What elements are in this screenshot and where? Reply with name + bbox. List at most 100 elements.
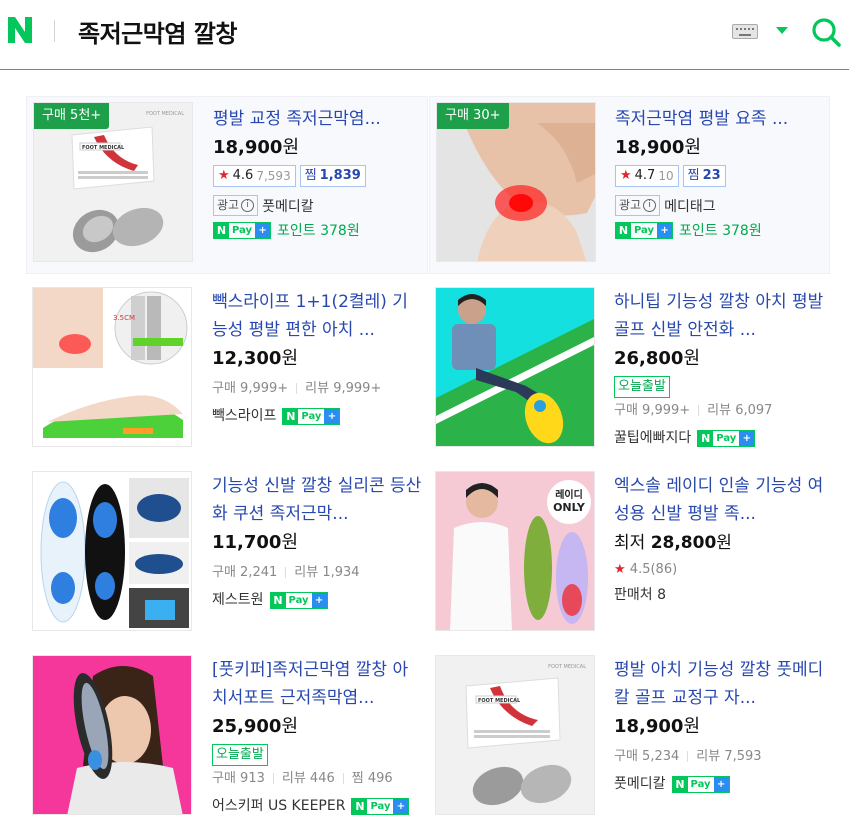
svg-text:FOOT MEDICAL: FOOT MEDICAL — [82, 145, 125, 151]
foot-medical-logo-mark: FOOT MEDICAL — [548, 664, 586, 670]
ad-seller-row: 광고 i 풋메디칼 — [213, 195, 423, 216]
lowest-price: 최저 28,800원 — [614, 533, 732, 553]
product-info: 평발 교정 족저근막염... 18,900원 ★ 4.6 7,593 찜 1,839 … — [213, 105, 423, 240]
seller-name[interactable]: 어스키퍼 US KEEPER — [212, 794, 345, 818]
search-query-text[interactable]: 족저근막염 깔창 — [78, 14, 237, 49]
keyboard-icon[interactable] — [732, 24, 758, 39]
product-meta: 구매 913 리뷰 446 찜 496 — [212, 771, 393, 786]
rating-chips: ★ 4.6 7,593 찜 1,839 — [213, 165, 423, 187]
product-info: 빽스라이프 1+1(2켤레) 기능성 평발 편한 아치 ... 12,300원 … — [212, 288, 422, 428]
seller-name[interactable]: 꿀팁에빠지다 — [614, 426, 691, 450]
seller-name[interactable]: 빽스라이프 — [212, 404, 276, 428]
product-thumbnail[interactable]: FOOT MEDICAL FOOT MEDICAL 구매 5천+ — [33, 102, 193, 262]
product-card[interactable]: 레이디 ONLY 엑스솔 레이디 인솔 기능성 여성용 신발 평발 족... 최… — [429, 470, 830, 632]
header-divider — [54, 20, 55, 42]
npay-icon: N Pay + — [213, 221, 272, 239]
product-info: 엑스솔 레이디 인솔 기능성 여성용 신발 평발 족... 최저 28,800원… — [614, 472, 824, 607]
star-icon: ★ — [218, 168, 230, 183]
npay-icon: N Pay + — [671, 775, 730, 793]
product-title-link[interactable]: 기능성 신발 깔창 실리콘 등산화 쿠션 족저근막... — [212, 472, 422, 528]
insole-arch-image: 3.5CM — [33, 288, 191, 446]
point-text: 포인트 378원 — [277, 223, 360, 239]
product-title-link[interactable]: 엑스솔 레이디 인솔 기능성 여성용 신발 평발 족... — [614, 472, 824, 528]
npay-icon: N Pay + — [282, 407, 341, 425]
product-card[interactable]: 하니팁 기능성 깔창 아치 평발 골프 신발 안전화 ... 26,800원 오… — [429, 286, 830, 448]
product-thumbnail[interactable] — [32, 655, 192, 815]
seller-name[interactable]: 메디태그 — [664, 196, 716, 216]
rating-text: ★ 4.5(86) — [614, 562, 678, 577]
seller-name[interactable]: 제스트원 — [212, 588, 264, 612]
zzim-chip[interactable]: 찜 23 — [682, 165, 726, 187]
product-price: 18,900원 — [615, 137, 702, 158]
seller-row: 어스키퍼 US KEEPER N Pay + — [212, 794, 422, 818]
product-thumbnail[interactable] — [435, 287, 595, 447]
lady-insole-image: 레이디 ONLY — [436, 472, 594, 630]
product-card[interactable]: 기능성 신발 깔창 실리콘 등산화 쿠션 족저근막... 11,700원 구매 … — [26, 470, 428, 632]
seller-count[interactable]: 판매처 8 — [614, 583, 824, 607]
silicone-insole-image — [33, 472, 191, 630]
seller-row: 제스트원 N Pay + — [212, 588, 422, 612]
ad-tag[interactable]: 광고 i — [615, 195, 661, 216]
product-price: 11,700원 — [212, 532, 299, 553]
point-row: N Pay + 포인트 378원 — [213, 220, 423, 240]
lady-only-label-1: 레이디 — [555, 488, 583, 501]
product-price: 18,900원 — [213, 137, 300, 158]
info-icon: i — [241, 199, 255, 212]
product-title-link[interactable]: 하니팁 기능성 깔창 아치 평발 골프 신발 안전화 ... — [614, 288, 824, 344]
product-thumbnail[interactable]: 구매 30+ — [436, 102, 596, 262]
insole-box-image: FOOT MEDICAL FOOT MEDICAL — [436, 656, 594, 814]
product-info: 족저근막염 평발 요족 ... 18,900원 ★ 4.7 10 찜 23 광고 i 메… — [615, 105, 825, 240]
product-meta: 구매 9,999+ 리뷰 9,999+ — [212, 381, 382, 396]
star-icon: ★ — [614, 562, 626, 577]
ad-seller-row: 광고 i 메디태그 — [615, 195, 825, 216]
dropdown-caret-icon[interactable] — [776, 27, 788, 34]
product-price: 26,800원 — [614, 348, 701, 369]
foot-medical-logo-mark: FOOT MEDICAL — [146, 111, 184, 117]
product-title-link[interactable]: 평발 교정 족저근막염... — [213, 105, 423, 133]
product-meta: 구매 2,241 리뷰 1,934 — [212, 565, 360, 580]
ad-tag[interactable]: 광고 i — [213, 195, 259, 216]
npay-icon: N Pay + — [615, 221, 674, 239]
npay-icon: N Pay + — [351, 797, 410, 815]
seller-row: 꿀팁에빠지다 N Pay + — [614, 426, 824, 450]
seller-row: 풋메디칼 N Pay + — [614, 772, 824, 796]
woman-insole-image — [33, 656, 191, 814]
product-title-link[interactable]: [풋키퍼]족저근막염 깔창 아치서포트 근저족막염... — [212, 656, 422, 712]
product-thumbnail[interactable]: 레이디 ONLY — [435, 471, 595, 631]
today-shipping-badge: 오늘출발 — [614, 376, 670, 398]
search-icon[interactable] — [810, 16, 842, 48]
product-card[interactable]: FOOT MEDICAL FOOT MEDICAL 구매 5천+ 평발 교정 족… — [26, 96, 428, 274]
rating-chip[interactable]: ★ 4.6 7,593 — [213, 165, 296, 187]
product-price: 18,900원 — [614, 716, 701, 737]
seller-row: 빽스라이프 N Pay + — [212, 404, 422, 428]
npay-icon: N Pay + — [269, 591, 328, 609]
lady-only-label-2: ONLY — [553, 501, 586, 514]
search-header: 족저근막염 깔창 — [0, 0, 849, 70]
product-meta: 구매 9,999+ 리뷰 6,097 — [614, 403, 773, 418]
rating-chip[interactable]: ★ 4.7 10 — [615, 165, 679, 187]
product-title-link[interactable]: 빽스라이프 1+1(2켤레) 기능성 평발 편한 아치 ... — [212, 288, 422, 344]
seller-name[interactable]: 풋메디칼 — [614, 772, 666, 796]
naver-logo-icon[interactable] — [6, 15, 34, 45]
svg-text:FOOT MEDICAL: FOOT MEDICAL — [478, 698, 521, 704]
product-info: [풋키퍼]족저근막염 깔창 아치서포트 근저족막염... 25,900원 오늘출… — [212, 656, 422, 818]
product-price: 12,300원 — [212, 348, 299, 369]
info-icon: i — [643, 199, 657, 212]
product-card[interactable]: FOOT MEDICAL FOOT MEDICAL 평발 아치 기능성 깔창 풋… — [429, 654, 830, 816]
zzim-chip[interactable]: 찜 1,839 — [299, 165, 366, 187]
ruler-mark: 3.5CM — [113, 314, 135, 322]
npay-icon: N Pay + — [697, 429, 756, 447]
product-card[interactable]: [풋키퍼]족저근막염 깔창 아치서포트 근저족막염... 25,900원 오늘출… — [26, 654, 428, 816]
product-card[interactable]: 3.5CM 빽스라이프 1+1(2켤레) 기능성 평발 편한 아치 ... 12… — [26, 286, 428, 448]
product-price: 25,900원 — [212, 716, 299, 737]
seller-name[interactable]: 풋메디칼 — [262, 196, 314, 216]
product-info: 하니팁 기능성 깔창 아치 평발 골프 신발 안전화 ... 26,800원 오… — [614, 288, 824, 450]
product-thumbnail[interactable]: 3.5CM — [32, 287, 192, 447]
product-info: 기능성 신발 깔창 실리콘 등산화 쿠션 족저근막... 11,700원 구매 … — [212, 472, 422, 612]
rating-chips: ★ 4.7 10 찜 23 — [615, 165, 825, 187]
product-thumbnail[interactable]: FOOT MEDICAL FOOT MEDICAL — [435, 655, 595, 815]
product-card[interactable]: 구매 30+ 족저근막염 평발 요족 ... 18,900원 ★ 4.7 10 찜2… — [429, 96, 830, 274]
product-thumbnail[interactable] — [32, 471, 192, 631]
product-title-link[interactable]: 족저근막염 평발 요족 ... — [615, 105, 825, 133]
product-title-link[interactable]: 평발 아치 기능성 깔창 풋메디칼 골프 교정구 자... — [614, 656, 824, 712]
